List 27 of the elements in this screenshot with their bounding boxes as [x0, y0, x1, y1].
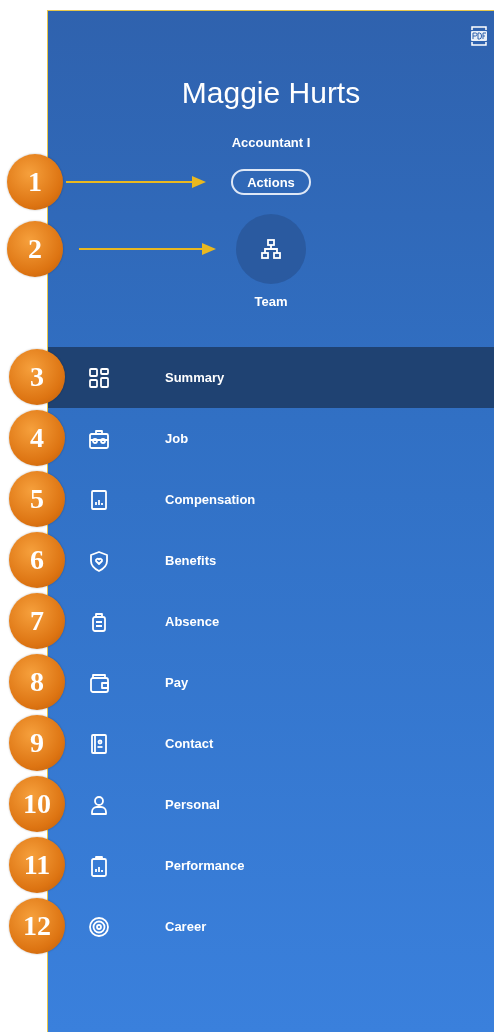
actions-button[interactable]: Actions: [231, 169, 311, 195]
nav-item[interactable]: 7 Absence: [0, 591, 494, 652]
callout-number: 9: [9, 715, 65, 771]
nav-item[interactable]: 10 Personal: [0, 774, 494, 835]
nav-item[interactable]: 9 Contact: [0, 713, 494, 774]
nav-item[interactable]: 8 Pay: [0, 652, 494, 713]
team-label: Team: [254, 294, 288, 310]
callout-number: 6: [9, 532, 65, 588]
callout-number: 10: [9, 776, 65, 832]
nav-item[interactable]: 5 Compensation: [0, 469, 494, 530]
nav-item[interactable]: 11 Performance: [0, 835, 494, 896]
pdf-icon[interactable]: [470, 25, 488, 47]
callout-number: 12: [9, 898, 65, 954]
callout-number: 1: [7, 154, 63, 210]
callout-number: 5: [9, 471, 65, 527]
org-chart-icon: [260, 238, 282, 260]
job-title: Accountant I: [231, 135, 311, 151]
callout-number: 11: [9, 837, 65, 893]
nav-item[interactable]: 6 Benefits: [0, 530, 494, 591]
nav-item[interactable]: 4 Job: [0, 408, 494, 469]
callout-number: 4: [9, 410, 65, 466]
callout-number: 2: [7, 221, 63, 277]
callout-number: 8: [9, 654, 65, 710]
callout-number: 3: [9, 349, 65, 405]
employee-name: Maggie Hurts: [181, 75, 361, 111]
nav-item[interactable]: 12 Career: [0, 896, 494, 957]
callout-number: 7: [9, 593, 65, 649]
